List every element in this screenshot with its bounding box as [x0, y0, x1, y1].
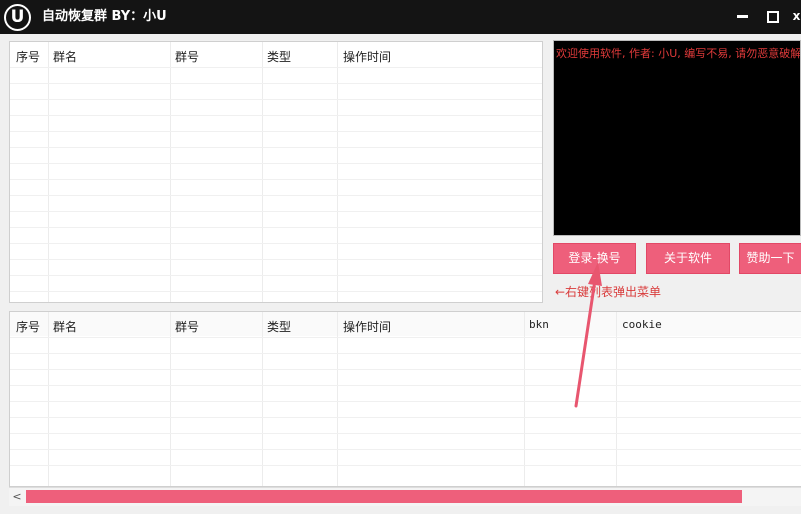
- minimize-icon: [737, 15, 748, 18]
- scroll-thumb[interactable]: [26, 490, 742, 503]
- table-row: [10, 369, 801, 370]
- table-row: [10, 195, 542, 196]
- table-row: [10, 417, 801, 418]
- table-row: [10, 259, 542, 260]
- table-row: [10, 115, 542, 116]
- table-row: [10, 227, 542, 228]
- top-col-index[interactable]: 序号: [16, 48, 40, 65]
- bottom-col-type[interactable]: 类型: [267, 318, 291, 335]
- bottom-col-cookie[interactable]: cookie: [622, 318, 662, 331]
- table-row: [10, 243, 542, 244]
- logo-letter: U: [10, 7, 25, 27]
- bottom-col-divider: [337, 312, 338, 486]
- table-row: [10, 385, 801, 386]
- table-row: [10, 465, 801, 466]
- top-col-type[interactable]: 类型: [267, 48, 291, 65]
- top-col-divider: [48, 42, 49, 302]
- scroll-left-icon[interactable]: <: [9, 488, 25, 506]
- minimize-button[interactable]: [735, 8, 751, 24]
- bottom-group-table[interactable]: 序号 群名 群号 类型 操作时间 bkn cookie: [9, 311, 801, 487]
- bottom-col-divider: [170, 312, 171, 486]
- bottom-col-index[interactable]: 序号: [16, 318, 40, 335]
- login-switch-button[interactable]: 登录-换号: [553, 243, 636, 274]
- title-bar: U 自动恢复群 BY：小U x: [0, 0, 801, 34]
- table-row: [10, 179, 542, 180]
- table-row: [10, 353, 801, 354]
- table-row: [10, 67, 542, 68]
- top-col-group-number[interactable]: 群号: [175, 48, 199, 65]
- window-title: 自动恢复群 BY：小U: [42, 9, 167, 24]
- close-icon: x: [792, 9, 801, 23]
- top-col-divider: [170, 42, 171, 302]
- horizontal-scrollbar[interactable]: <: [9, 487, 801, 506]
- bottom-col-divider: [524, 312, 525, 486]
- close-button[interactable]: x: [792, 8, 801, 24]
- console-welcome-text: 欢迎使用软件, 作者: 小U, 编写不易, 请勿恶意破解: [556, 47, 801, 60]
- donate-button[interactable]: 赞助一下: [739, 243, 801, 274]
- bottom-col-bkn[interactable]: bkn: [529, 318, 549, 331]
- bottom-table-header: 序号 群名 群号 类型 操作时间 bkn cookie: [10, 312, 801, 336]
- top-table-header: 序号 群名 群号 类型 操作时间: [10, 42, 542, 66]
- bottom-col-divider: [616, 312, 617, 486]
- table-row: [10, 291, 542, 292]
- table-row: [10, 211, 542, 212]
- table-row: [10, 99, 542, 100]
- table-row: [10, 275, 542, 276]
- bottom-col-divider: [262, 312, 263, 486]
- log-console[interactable]: 欢迎使用软件, 作者: 小U, 编写不易, 请勿恶意破解: [553, 40, 801, 236]
- top-col-divider: [337, 42, 338, 302]
- about-software-button[interactable]: 关于软件: [646, 243, 730, 274]
- bottom-col-divider: [48, 312, 49, 486]
- right-click-hint: ←右键列表弹出菜单: [555, 285, 662, 299]
- table-row: [10, 147, 542, 148]
- table-row: [10, 433, 801, 434]
- table-row: [10, 401, 801, 402]
- table-row: [10, 449, 801, 450]
- bottom-col-group-name[interactable]: 群名: [53, 318, 77, 335]
- top-col-divider: [262, 42, 263, 302]
- table-row: [10, 337, 801, 338]
- app-logo: U: [4, 4, 31, 31]
- table-row: [10, 83, 542, 84]
- bottom-col-time[interactable]: 操作时间: [343, 318, 391, 335]
- table-row: [10, 163, 542, 164]
- top-col-group-name[interactable]: 群名: [53, 48, 77, 65]
- bottom-col-group-number[interactable]: 群号: [175, 318, 199, 335]
- top-col-time[interactable]: 操作时间: [343, 48, 391, 65]
- maximize-button[interactable]: [765, 8, 781, 24]
- top-group-table[interactable]: 序号 群名 群号 类型 操作时间: [9, 41, 543, 303]
- maximize-icon: [767, 11, 779, 23]
- table-row: [10, 131, 542, 132]
